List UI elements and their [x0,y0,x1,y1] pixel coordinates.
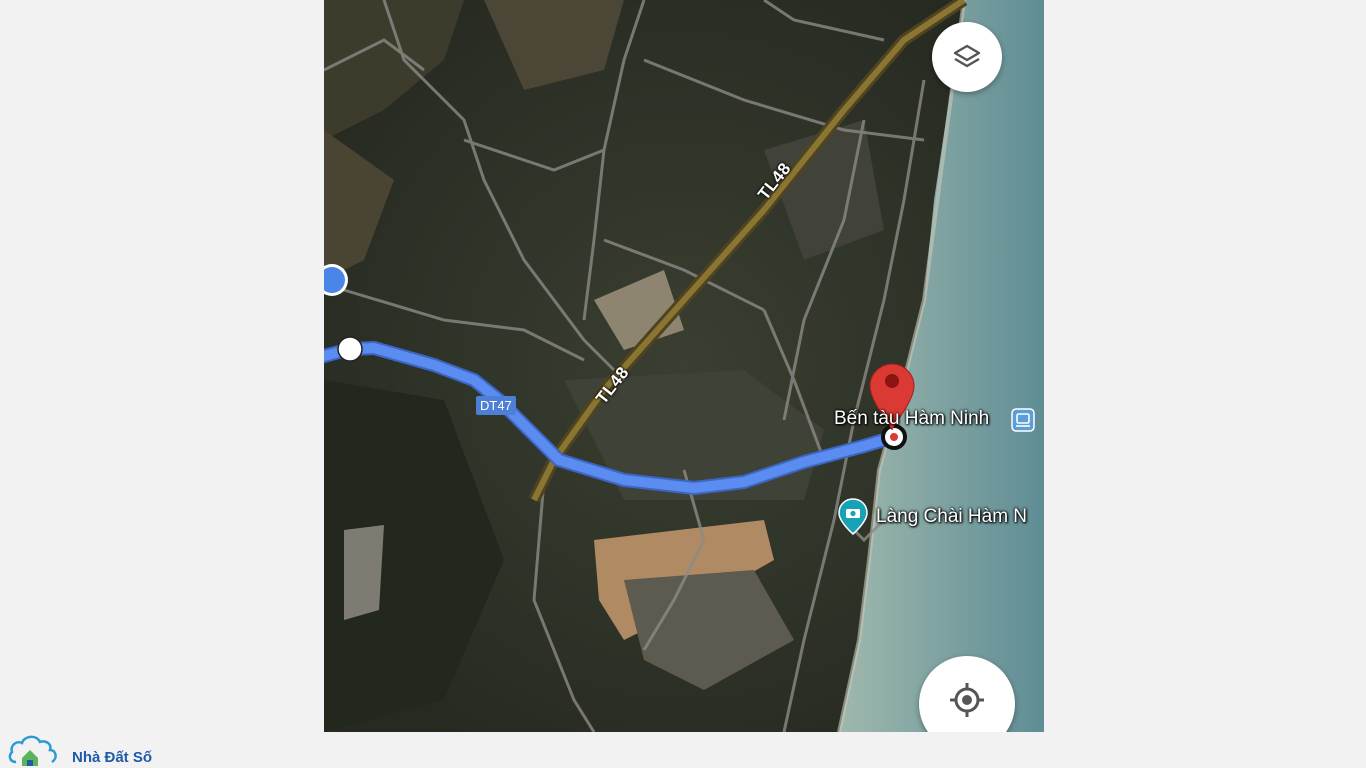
map-canvas[interactable] [324,0,1044,732]
building-patch [344,525,384,620]
place-label-ben-tau-ham-ninh[interactable]: Bến tàu Hàm Ninh [834,408,989,430]
route-badge-dt47: DT47 [476,396,516,415]
satellite-map[interactable]: TL48 TL48 DT47 Bến tàu Hàm Ninh Làng Chà… [324,0,1044,732]
watermark-text: Nhà Đất Số [72,748,153,766]
watermark-logo: Nhà Đất Số [8,732,168,768]
place-label-lang-chai-ham-ninh[interactable]: Làng Chài Hàm N [876,506,1027,528]
crosshair-icon [950,683,984,717]
house-cloud-icon [8,735,57,766]
destination-center [890,433,898,441]
route-start-point [337,336,363,362]
layers-button[interactable] [932,22,1002,92]
layers-icon [953,44,981,68]
ferry-icon [1011,408,1035,432]
